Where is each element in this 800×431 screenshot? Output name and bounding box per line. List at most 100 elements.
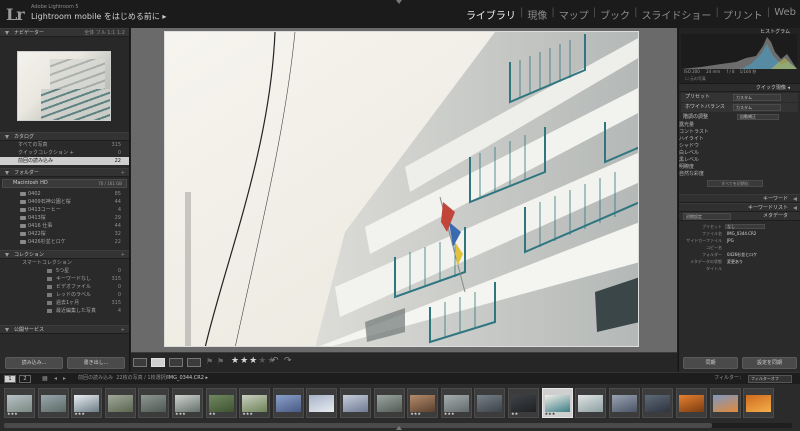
- folder-item[interactable]: 0422桜 32: [0, 230, 129, 238]
- filmstrip-thumbnail[interactable]: ★★★: [407, 388, 439, 418]
- filter-select[interactable]: フィルターオフ: [748, 375, 792, 383]
- preset-select[interactable]: カスタム: [733, 94, 781, 101]
- filmstrip-thumbnail[interactable]: ★★★: [4, 388, 35, 418]
- collection-item[interactable]: レッドのラベル 0: [0, 291, 129, 299]
- metadata-value[interactable]: IMG_0344.CR2: [727, 230, 756, 237]
- reset-all-button[interactable]: すべてを初期化: [707, 180, 763, 187]
- collection-item[interactable]: 5つ星 0: [0, 267, 129, 275]
- navigator-zoom-options[interactable]: 全体 フル 1:1 1:2: [84, 29, 125, 37]
- filmstrip-thumbnail[interactable]: [676, 388, 707, 418]
- main-photo[interactable]: [164, 31, 639, 347]
- grid-view-button[interactable]: [133, 358, 147, 367]
- original-photo-toggle[interactable]: ☐ 元の写真: [685, 76, 706, 82]
- filmstrip-thumbnail[interactable]: [138, 388, 170, 418]
- metadata-view-select[interactable]: 初期設定: [683, 213, 731, 220]
- collections-header[interactable]: コレクション +: [0, 250, 129, 259]
- rotate-right-icon[interactable]: ↷: [284, 356, 292, 366]
- module-print[interactable]: プリント: [723, 7, 763, 22]
- keywording-header[interactable]: キーワード: [679, 194, 800, 203]
- add-folder-icon[interactable]: +: [121, 169, 125, 177]
- filmstrip-thumbnail[interactable]: ★★★: [239, 388, 271, 418]
- catalog-item-previous-import[interactable]: 前回の読み込み 22: [0, 157, 129, 165]
- metadata-value[interactable]: 変更あり: [727, 258, 743, 265]
- catalog-header[interactable]: カタログ: [0, 132, 129, 141]
- filmstrip-source-path[interactable]: 前回の読み込み 22枚の写真 / 1枚選択/IMG_0344.CR2 ▸: [78, 373, 208, 384]
- filmstrip-thumbnail[interactable]: ★★: [205, 388, 237, 418]
- module-book[interactable]: ブック: [600, 7, 630, 22]
- module-map[interactable]: マップ: [559, 7, 589, 22]
- collapse-top-arrow-icon[interactable]: [396, 0, 402, 4]
- module-library[interactable]: ライブラリ: [466, 7, 516, 22]
- filmstrip-thumbnail[interactable]: ★★: [508, 388, 539, 418]
- compare-view-button[interactable]: [169, 358, 183, 367]
- module-web[interactable]: Web: [774, 7, 796, 22]
- rotate-left-icon[interactable]: ↶: [271, 356, 279, 366]
- module-develop[interactable]: 現像: [527, 7, 547, 22]
- filmstrip-thumbnail[interactable]: [743, 388, 775, 418]
- white-balance-select[interactable]: カスタム: [733, 104, 781, 111]
- back-arrow-icon[interactable]: ◂: [54, 373, 57, 384]
- filmstrip-thumbnail[interactable]: [642, 388, 674, 418]
- collection-item[interactable]: 最近編集した写真 4: [0, 307, 129, 315]
- filmstrip-thumbnail[interactable]: [608, 388, 640, 418]
- collection-item[interactable]: キーワードなし 315: [0, 275, 129, 283]
- filmstrip-scroll-thumb[interactable]: [4, 423, 712, 428]
- publish-services-header[interactable]: 公開サービス +: [0, 325, 129, 334]
- quick-develop-header[interactable]: クイック現像 ◂: [679, 84, 800, 92]
- flag-pick-icon[interactable]: ⚑: [206, 357, 213, 366]
- filmstrip-thumbnail[interactable]: ★★★: [440, 388, 472, 418]
- filmstrip-thumbnail[interactable]: [474, 388, 506, 418]
- folder-item[interactable]: 0413桜 29: [0, 214, 129, 222]
- metadata-row[interactable]: ファイル名 IMG_0344.CR2: [679, 230, 800, 237]
- metadata-value[interactable]: 0426杉並とロケ: [727, 251, 757, 258]
- collection-item[interactable]: ビデオファイル 0: [0, 283, 129, 291]
- forward-arrow-icon[interactable]: ▸: [63, 373, 66, 384]
- filmstrip-thumbnail[interactable]: [575, 388, 607, 418]
- folder-item[interactable]: 0402 85: [0, 190, 129, 198]
- mobile-prompt-link[interactable]: Lightroom mobile をはじめる前に ▸: [31, 11, 166, 22]
- flag-reject-icon[interactable]: ⚑: [217, 357, 224, 366]
- metadata-row[interactable]: サイドカーファイル JPG: [679, 237, 800, 244]
- filmstrip-thumbnail[interactable]: [37, 388, 69, 418]
- metadata-preset-select[interactable]: なし: [725, 224, 765, 229]
- loupe-view-button[interactable]: [151, 358, 165, 367]
- filmstrip-thumbnail[interactable]: [373, 388, 405, 418]
- export-button[interactable]: 書き出し...: [67, 357, 125, 369]
- folder-item[interactable]: 0409石神公園と桜 44: [0, 198, 129, 206]
- catalog-item-all-photos[interactable]: すべての写真 315: [0, 141, 129, 149]
- navigator-preview[interactable]: [0, 37, 129, 132]
- metadata-row[interactable]: メタデータの状態 変更あり: [679, 258, 800, 265]
- auto-tone-button[interactable]: 自動補正: [737, 114, 779, 120]
- folders-header[interactable]: フォルダー +: [0, 168, 129, 177]
- filmstrip-thumbnail[interactable]: [306, 388, 338, 418]
- folder-item[interactable]: 0426杉並とロケ 22: [0, 238, 129, 246]
- sync-settings-button[interactable]: 設定を同期: [742, 357, 797, 369]
- grid-icon[interactable]: ▦: [42, 373, 48, 384]
- star-rating[interactable]: ★★★★★: [231, 356, 276, 366]
- metadata-row[interactable]: コピー名: [679, 244, 800, 251]
- filmstrip-thumbnail[interactable]: ★★★: [541, 388, 573, 418]
- histogram-panel[interactable]: ヒストグラム ISO 200 24 mm f / 8 1/160 秒 ☐ 元の写…: [679, 28, 800, 84]
- collection-item[interactable]: 過去1ヶ月 315: [0, 299, 129, 307]
- metadata-value[interactable]: JPG: [727, 237, 734, 244]
- metadata-row[interactable]: フォルダー 0426杉並とロケ: [679, 251, 800, 258]
- metadata-header[interactable]: 初期設定 メタデータ: [679, 212, 800, 221]
- sync-button[interactable]: 同期: [683, 357, 738, 369]
- add-publish-service-icon[interactable]: +: [121, 326, 125, 334]
- navigator-thumbnail[interactable]: [17, 51, 111, 121]
- filmstrip-thumbnail[interactable]: [709, 388, 741, 418]
- survey-view-button[interactable]: [187, 358, 201, 367]
- metadata-row[interactable]: タイトル: [679, 265, 800, 272]
- import-button[interactable]: 読み込み...: [5, 357, 63, 369]
- window-2-button[interactable]: 2: [19, 375, 31, 383]
- filmstrip-thumbnail[interactable]: [104, 388, 136, 418]
- folder-item[interactable]: 0413コーヒー 4: [0, 206, 129, 214]
- smart-collections-group[interactable]: スマートコレクション: [0, 259, 129, 267]
- filmstrip-thumbnail[interactable]: [272, 388, 304, 418]
- filmstrip-thumbnail[interactable]: ★★★: [71, 388, 103, 418]
- folder-item[interactable]: 0416 仕事 44: [0, 222, 129, 230]
- catalog-item-quick-collection[interactable]: クイックコレクション + 0: [0, 149, 129, 157]
- collapse-bottom-arrow-icon[interactable]: [396, 426, 402, 430]
- navigator-header[interactable]: ナビゲーター 全体 フル 1:1 1:2: [0, 28, 129, 37]
- module-slideshow[interactable]: スライドショー: [641, 7, 711, 22]
